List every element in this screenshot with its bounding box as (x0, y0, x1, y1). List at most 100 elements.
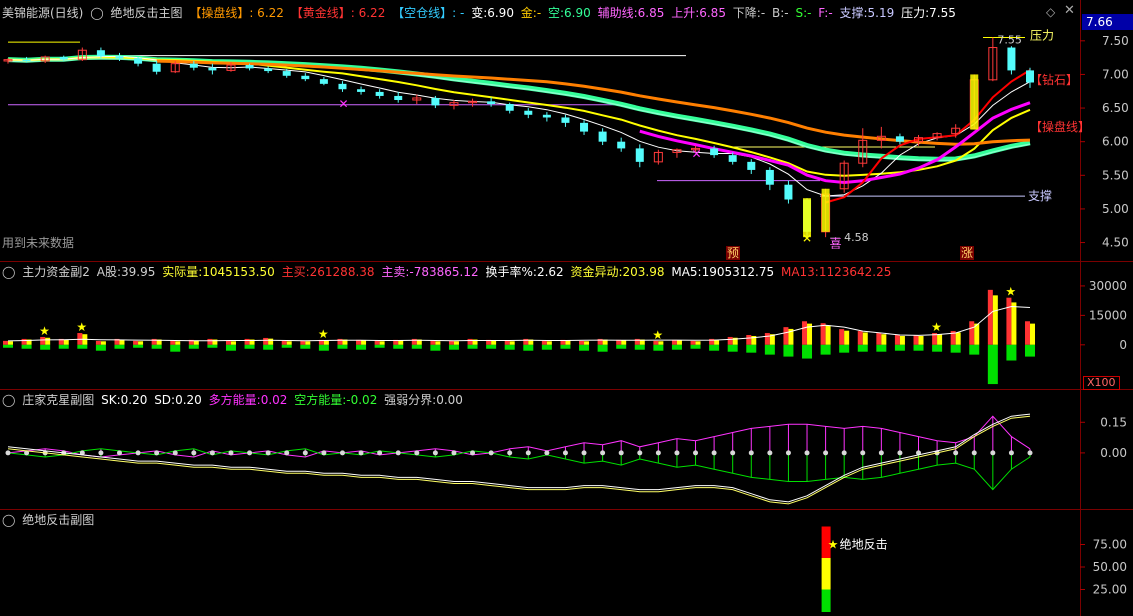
fund-buy2-bar (305, 341, 311, 345)
candle-body (431, 97, 440, 106)
fund-buy2-bar (45, 337, 51, 345)
candle-body (487, 101, 496, 105)
candle-body (598, 131, 607, 142)
fund-buy2-bar (361, 340, 367, 345)
fund-sell-bar (281, 344, 292, 348)
zk-zero-dot (878, 450, 884, 456)
fund-buy-bar (263, 337, 269, 345)
fund-sell-bar (969, 344, 980, 355)
fund-sell-bar (448, 344, 459, 350)
fund-buy2-bar (1030, 323, 1035, 345)
fund-sell-bar (839, 344, 850, 353)
fund-sell-bar (58, 344, 69, 349)
fund-star-marker: ★ (318, 327, 329, 341)
candle-body (338, 83, 347, 90)
zk-zero-dot (1027, 450, 1033, 456)
zk-zero-dot (655, 450, 661, 456)
zk-zero-dot (544, 450, 550, 456)
jd-signal-segment (821, 558, 831, 590)
signal-bar (821, 188, 830, 232)
fund-buy-bar (133, 340, 139, 345)
fund-buy-bar (690, 340, 696, 345)
zk-zero-dot (135, 450, 141, 456)
cross-marker: ✕ (692, 147, 702, 161)
jd-tick-label: 25.00 (1093, 583, 1127, 597)
zk-tick-label: 0.00 (1100, 446, 1127, 460)
zk-zero-dot (321, 450, 327, 456)
xi-tag: 喜 (830, 237, 842, 251)
zk-zero-dot (488, 450, 494, 456)
zk-zero-dot (432, 450, 438, 456)
fund-buy2-bar (546, 341, 552, 345)
fund-sell-bar (263, 344, 274, 350)
fund-sell-bar (3, 344, 13, 348)
fuzhu-line (7, 55, 1031, 197)
kongcang-line (7, 54, 1031, 162)
fund-buy-bar (671, 339, 677, 345)
zhicheng-tag: 支撑 (1028, 188, 1052, 203)
zk-zero-dot (507, 450, 513, 456)
fund-sell-bar (393, 344, 404, 349)
sk-line (7, 415, 1031, 505)
fund-sell-bar (504, 344, 515, 350)
fund-sell-bar (411, 344, 422, 349)
zk-zero-dot (302, 450, 308, 456)
candle-body (765, 169, 774, 185)
fund-sell-bar (616, 344, 627, 349)
zhang-tag: 涨 (961, 245, 973, 260)
fund-sell-bar (876, 344, 887, 352)
zk-zero-dot (823, 450, 829, 456)
fund-sell-bar (523, 344, 534, 351)
caopan-tag: 【操盘线】 (1030, 119, 1090, 134)
fund-buy-bar (541, 340, 547, 345)
candle-body (710, 148, 719, 156)
fund-sell-bar (430, 344, 441, 351)
candle-body (282, 71, 291, 76)
zk-zero-dot (693, 450, 699, 456)
zk-zero-dot (748, 450, 754, 456)
fund-sell-bar (133, 344, 144, 348)
candle-body (784, 184, 793, 200)
fund-sell-bar (151, 344, 162, 349)
zk-zero-dot (228, 450, 234, 456)
price-tick-label: 7.00 (1102, 67, 1129, 81)
fund-buy-bar (467, 338, 473, 345)
candle-body (1007, 47, 1016, 71)
fund-buy-bar (839, 329, 845, 345)
candle-body (357, 89, 366, 92)
zk-zero-dot (1008, 450, 1014, 456)
zk-zero-dot (860, 450, 866, 456)
zk-zero-dot (154, 450, 160, 456)
zk-zero-dot (785, 450, 791, 456)
candle-body (561, 117, 570, 123)
candle-body (134, 58, 143, 64)
cross-marker: ✕ (338, 97, 348, 111)
fund-buy-bar (783, 327, 789, 345)
fund-buy-bar (21, 338, 27, 345)
fund-buy2-bar (565, 340, 571, 345)
zk-zero-dot (98, 450, 104, 456)
candle-body (617, 141, 626, 149)
candle-body (189, 63, 198, 68)
jd-tick-label: 75.00 (1093, 538, 1127, 552)
fund-sell-bar (486, 344, 497, 349)
price-tick-label: 6.00 (1102, 135, 1129, 149)
fund-buy-bar (746, 335, 752, 345)
chart-stage: 美锦能源(日线) ◯ 绝地反击主图 【操盘线】: 6.22 【黄金线】: 6.2… (0, 0, 1133, 616)
zuanshi-tag: 【钻石】 (1030, 72, 1078, 87)
fund-sell-bar (894, 344, 905, 351)
price-tick-label: 7.50 (1102, 34, 1129, 48)
fund-buy2-bar (695, 341, 701, 345)
fund-buy-bar (1006, 297, 1012, 345)
fund-buy2-bar (881, 334, 887, 345)
fund-buy-bar (300, 340, 306, 345)
fund-buy-bar (225, 340, 231, 345)
zk-zero-dot (525, 450, 531, 456)
candle-body (245, 65, 254, 69)
fund-sell-bar (764, 344, 775, 355)
fund-buy-bar (820, 323, 826, 345)
zk-zero-dot (377, 450, 383, 456)
fund-sell-bar (95, 344, 106, 351)
candle-body (59, 56, 68, 60)
candle-body (542, 114, 551, 118)
